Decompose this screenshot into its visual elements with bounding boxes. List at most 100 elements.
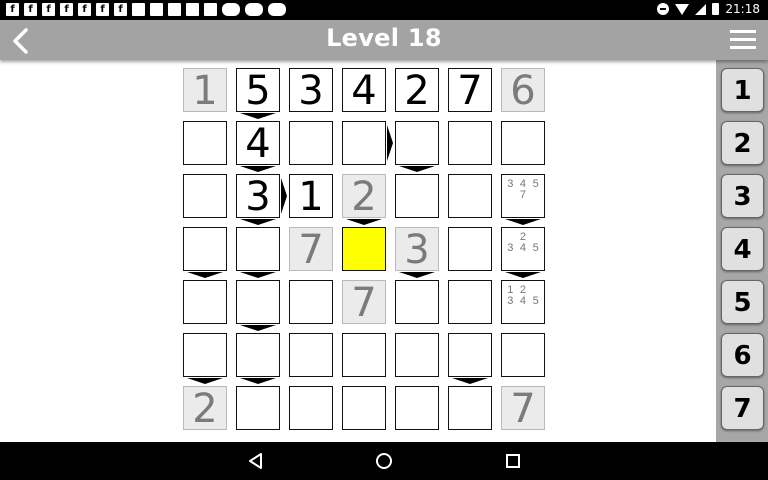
board-cell[interactable] xyxy=(501,121,545,165)
right-arrow-icon xyxy=(387,125,393,161)
candidate-note: 4 xyxy=(519,242,527,255)
nav-recents-button[interactable] xyxy=(503,451,523,471)
board-cell[interactable]: 7 xyxy=(448,68,492,114)
youtube-icon xyxy=(268,3,286,16)
facebook-icon: f xyxy=(78,3,91,16)
board-cell[interactable] xyxy=(289,333,333,377)
down-arrow-icon xyxy=(399,166,435,172)
board-cell[interactable] xyxy=(289,280,333,324)
menu-button[interactable] xyxy=(730,30,756,52)
wifi-icon xyxy=(675,3,690,15)
board-cell[interactable] xyxy=(395,280,439,324)
cell-value: 1 xyxy=(298,174,324,220)
board-cell[interactable]: 4 xyxy=(236,121,280,166)
board-cell[interactable] xyxy=(236,280,280,324)
board-cell[interactable] xyxy=(501,333,545,377)
down-arrow-icon xyxy=(187,378,223,384)
down-arrow-icon xyxy=(399,272,435,278)
selected-cell[interactable] xyxy=(342,227,386,271)
cell-value: 7 xyxy=(351,280,377,326)
board-cell[interactable] xyxy=(448,386,492,430)
board-cell[interactable]: 12345 xyxy=(501,280,545,324)
number-button-5[interactable]: 5 xyxy=(721,280,764,324)
given-cell[interactable]: 7 xyxy=(501,386,545,432)
cell-value: 1 xyxy=(192,68,218,114)
board-cell[interactable]: 3457 xyxy=(501,174,545,218)
board-cell[interactable] xyxy=(395,333,439,377)
down-arrow-icon xyxy=(240,219,276,225)
number-button-1[interactable]: 1 xyxy=(721,68,764,112)
given-cell[interactable]: 3 xyxy=(395,227,439,272)
do-not-disturb-icon xyxy=(657,3,670,15)
board-cell[interactable]: 5 xyxy=(236,68,280,114)
cell-value: 5 xyxy=(245,68,271,114)
down-arrow-icon xyxy=(240,378,276,384)
board-cell[interactable] xyxy=(342,386,386,430)
number-button-6[interactable]: 6 xyxy=(721,333,764,377)
board-cell[interactable] xyxy=(183,121,227,165)
number-button-7[interactable]: 7 xyxy=(721,386,764,430)
nav-back-button[interactable] xyxy=(246,451,266,471)
navigation-bar xyxy=(0,442,768,480)
board-cell[interactable] xyxy=(183,174,227,218)
given-cell[interactable]: 7 xyxy=(342,280,386,326)
down-arrow-icon xyxy=(505,272,541,278)
board-cell[interactable] xyxy=(342,333,386,377)
mail-icon xyxy=(150,3,163,16)
down-arrow-icon xyxy=(240,272,276,278)
board-cell[interactable] xyxy=(448,333,492,377)
candidate-note xyxy=(529,190,542,201)
down-arrow-icon xyxy=(346,219,382,225)
youtube-icon xyxy=(222,3,240,16)
board-cell[interactable]: 2 xyxy=(395,68,439,114)
board-cell[interactable] xyxy=(183,227,227,271)
board-cell[interactable]: 4 xyxy=(342,68,386,113)
board-cell[interactable] xyxy=(236,333,280,377)
cell-value: 2 xyxy=(351,174,377,220)
facebook-icon: f xyxy=(24,3,37,16)
candidate-note: 5 xyxy=(532,242,539,255)
board-cell[interactable] xyxy=(236,227,280,271)
candidate-note: 3 xyxy=(507,295,514,308)
board-cell[interactable] xyxy=(448,121,492,165)
board-cell[interactable] xyxy=(395,174,439,218)
hamburger-menu-icon xyxy=(730,30,756,33)
board-cell[interactable] xyxy=(342,121,386,165)
facebook-icon: f xyxy=(42,3,55,16)
board-cell[interactable] xyxy=(183,280,227,324)
board-cell[interactable]: 1 xyxy=(289,174,333,220)
cell-value: 7 xyxy=(457,68,483,114)
facebook-icon: f xyxy=(96,3,109,16)
app-bar: Level 18 xyxy=(0,20,768,60)
given-cell[interactable]: 2 xyxy=(342,174,386,220)
board-cell[interactable]: 3 xyxy=(236,174,280,220)
board-cell[interactable] xyxy=(236,386,280,430)
signal-icon xyxy=(695,3,707,15)
board-cell[interactable] xyxy=(448,174,492,218)
given-cell[interactable]: 6 xyxy=(501,68,545,113)
given-cell[interactable]: 1 xyxy=(183,68,227,114)
board-cell[interactable] xyxy=(448,227,492,271)
facebook-icon: f xyxy=(60,3,73,16)
board-cell[interactable] xyxy=(448,280,492,324)
candidate-notes: 12345 xyxy=(502,281,544,323)
cell-value: 3 xyxy=(245,174,271,220)
cell-value: 2 xyxy=(404,68,430,114)
nav-home-button[interactable] xyxy=(374,451,394,471)
cell-value: 7 xyxy=(510,386,536,432)
android-icon xyxy=(204,3,217,16)
number-button-4[interactable]: 4 xyxy=(721,227,764,271)
board-cell[interactable]: 2345 xyxy=(501,227,545,271)
number-button-3[interactable]: 3 xyxy=(721,174,764,218)
board-cell[interactable]: 3 xyxy=(289,68,333,113)
given-cell[interactable]: 2 xyxy=(183,386,227,431)
candidate-note xyxy=(504,190,517,201)
board-cell[interactable] xyxy=(395,386,439,430)
board-cell[interactable] xyxy=(395,121,439,165)
given-cell[interactable]: 7 xyxy=(289,227,333,272)
board-cell[interactable] xyxy=(183,333,227,377)
board-cell[interactable] xyxy=(289,121,333,165)
status-bar: fffffff 21:18 xyxy=(0,0,768,20)
board-cell[interactable] xyxy=(289,386,333,430)
number-button-2[interactable]: 2 xyxy=(721,121,764,165)
